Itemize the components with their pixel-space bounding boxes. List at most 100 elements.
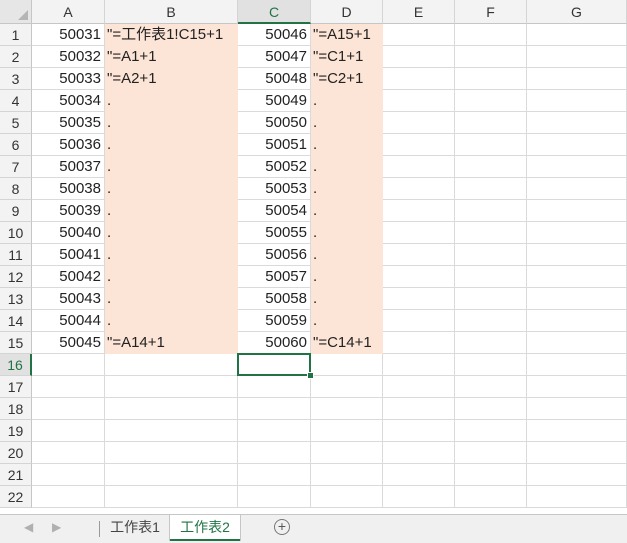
cell-a4[interactable]: 50034 xyxy=(32,90,105,112)
cell-f3[interactable] xyxy=(455,68,527,90)
cell-f15[interactable] xyxy=(455,332,527,354)
cell-g11[interactable] xyxy=(527,244,627,266)
cell-g13[interactable] xyxy=(527,288,627,310)
cell-f22[interactable] xyxy=(455,486,527,508)
cell-d1[interactable]: "=A15+1 xyxy=(311,24,383,46)
cell-e18[interactable] xyxy=(383,398,455,420)
cell-b6[interactable]: . xyxy=(105,134,238,156)
cell-f4[interactable] xyxy=(455,90,527,112)
cell-g19[interactable] xyxy=(527,420,627,442)
cell-c2[interactable]: 50047 xyxy=(238,46,311,68)
cell-g20[interactable] xyxy=(527,442,627,464)
cell-d3[interactable]: "=C2+1 xyxy=(311,68,383,90)
cell-e21[interactable] xyxy=(383,464,455,486)
column-header-a[interactable]: A xyxy=(32,0,105,24)
add-sheet-icon[interactable]: + xyxy=(274,519,290,535)
cell-e16[interactable] xyxy=(383,354,455,376)
cell-a16[interactable] xyxy=(32,354,105,376)
column-header-b[interactable]: B xyxy=(105,0,238,24)
cell-b13[interactable]: . xyxy=(105,288,238,310)
row-header-14[interactable]: 14 xyxy=(0,310,32,332)
cell-c17[interactable] xyxy=(238,376,311,398)
cell-a3[interactable]: 50033 xyxy=(32,68,105,90)
cell-d6[interactable]: . xyxy=(311,134,383,156)
cell-e15[interactable] xyxy=(383,332,455,354)
cell-b1[interactable]: "=工作表1!C15+1 xyxy=(105,24,238,46)
cell-d7[interactable]: . xyxy=(311,156,383,178)
cell-f7[interactable] xyxy=(455,156,527,178)
cell-c7[interactable]: 50052 xyxy=(238,156,311,178)
row-header-5[interactable]: 5 xyxy=(0,112,32,134)
cell-d8[interactable]: . xyxy=(311,178,383,200)
cell-b19[interactable] xyxy=(105,420,238,442)
row-header-4[interactable]: 4 xyxy=(0,90,32,112)
cell-a10[interactable]: 50040 xyxy=(32,222,105,244)
cell-g1[interactable] xyxy=(527,24,627,46)
cell-c1[interactable]: 50046 xyxy=(238,24,311,46)
row-header-8[interactable]: 8 xyxy=(0,178,32,200)
cell-a2[interactable]: 50032 xyxy=(32,46,105,68)
cell-f1[interactable] xyxy=(455,24,527,46)
row-header-7[interactable]: 7 xyxy=(0,156,32,178)
cell-e12[interactable] xyxy=(383,266,455,288)
row-header-10[interactable]: 10 xyxy=(0,222,32,244)
cell-c5[interactable]: 50050 xyxy=(238,112,311,134)
row-header-9[interactable]: 9 xyxy=(0,200,32,222)
cell-c4[interactable]: 50049 xyxy=(238,90,311,112)
cell-c6[interactable]: 50051 xyxy=(238,134,311,156)
cell-g7[interactable] xyxy=(527,156,627,178)
cell-d21[interactable] xyxy=(311,464,383,486)
cell-a20[interactable] xyxy=(32,442,105,464)
cell-g14[interactable] xyxy=(527,310,627,332)
cell-d19[interactable] xyxy=(311,420,383,442)
sheet-tab-2[interactable]: 工作表2 xyxy=(170,515,240,541)
cell-e22[interactable] xyxy=(383,486,455,508)
cell-g9[interactable] xyxy=(527,200,627,222)
cell-f18[interactable] xyxy=(455,398,527,420)
row-header-13[interactable]: 13 xyxy=(0,288,32,310)
cell-c14[interactable]: 50059 xyxy=(238,310,311,332)
row-header-22[interactable]: 22 xyxy=(0,486,32,508)
cell-g2[interactable] xyxy=(527,46,627,68)
cell-c15[interactable]: 50060 xyxy=(238,332,311,354)
cell-a13[interactable]: 50043 xyxy=(32,288,105,310)
cell-f8[interactable] xyxy=(455,178,527,200)
cell-f11[interactable] xyxy=(455,244,527,266)
cell-c19[interactable] xyxy=(238,420,311,442)
cell-c8[interactable]: 50053 xyxy=(238,178,311,200)
cell-f9[interactable] xyxy=(455,200,527,222)
cell-g5[interactable] xyxy=(527,112,627,134)
cell-e7[interactable] xyxy=(383,156,455,178)
cell-e9[interactable] xyxy=(383,200,455,222)
cell-b5[interactable]: . xyxy=(105,112,238,134)
cell-e13[interactable] xyxy=(383,288,455,310)
cell-f20[interactable] xyxy=(455,442,527,464)
cell-g6[interactable] xyxy=(527,134,627,156)
cell-e19[interactable] xyxy=(383,420,455,442)
cell-f13[interactable] xyxy=(455,288,527,310)
cell-b10[interactable]: . xyxy=(105,222,238,244)
cell-b22[interactable] xyxy=(105,486,238,508)
cell-b16[interactable] xyxy=(105,354,238,376)
cell-d22[interactable] xyxy=(311,486,383,508)
cell-e6[interactable] xyxy=(383,134,455,156)
cell-b8[interactable]: . xyxy=(105,178,238,200)
cell-b11[interactable]: . xyxy=(105,244,238,266)
cell-c21[interactable] xyxy=(238,464,311,486)
cell-e8[interactable] xyxy=(383,178,455,200)
sheet-tab-1[interactable]: 工作表1 xyxy=(102,515,168,539)
cell-e5[interactable] xyxy=(383,112,455,134)
cell-d13[interactable]: . xyxy=(311,288,383,310)
cell-d17[interactable] xyxy=(311,376,383,398)
column-header-f[interactable]: F xyxy=(455,0,527,24)
row-header-19[interactable]: 19 xyxy=(0,420,32,442)
row-header-2[interactable]: 2 xyxy=(0,46,32,68)
cell-f12[interactable] xyxy=(455,266,527,288)
cell-e17[interactable] xyxy=(383,376,455,398)
column-header-e[interactable]: E xyxy=(383,0,455,24)
column-header-d[interactable]: D xyxy=(311,0,383,24)
cell-a21[interactable] xyxy=(32,464,105,486)
cell-c3[interactable]: 50048 xyxy=(238,68,311,90)
cell-e11[interactable] xyxy=(383,244,455,266)
row-header-12[interactable]: 12 xyxy=(0,266,32,288)
